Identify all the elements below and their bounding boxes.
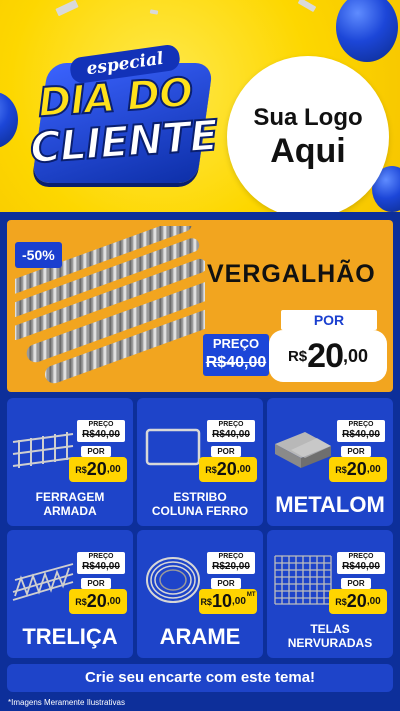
product-card[interactable]: PREÇO R$40,00 POR R$ 20 ,00 ESTRIBO COLU… <box>137 398 263 526</box>
product-card[interactable]: PREÇO R$40,00 POR R$ 20 ,00 FERRAGEM ARM… <box>7 398 133 526</box>
por-label: POR <box>341 446 371 457</box>
new-price: R$ 10 ,00 MT <box>199 589 257 614</box>
hero-price-cents: ,00 <box>342 345 369 366</box>
price-int: 20 <box>86 591 107 611</box>
old-price: R$40,00 <box>212 429 250 440</box>
flyer-page: especial DIA DO CLIENTE Sua Logo Aqui -5… <box>0 0 400 711</box>
old-price-box: PREÇO R$40,00 <box>77 420 125 442</box>
price-cents: ,00 <box>366 596 381 607</box>
hero-por-label: POR <box>281 310 377 330</box>
price-cents: ,00 <box>106 464 121 475</box>
old-price-box: PREÇO R$40,00 <box>337 420 385 442</box>
balloon-top-right <box>336 0 398 62</box>
hero-price-int: 20 <box>307 336 344 375</box>
preco-label: PREÇO <box>348 421 374 428</box>
price-int: 20 <box>86 459 107 479</box>
new-price: R$ 20 ,00 <box>199 457 257 482</box>
hero-product-title: VERGALHÃO <box>207 260 376 288</box>
product-name: ARAME <box>159 624 241 649</box>
old-price: R$40,00 <box>342 561 380 572</box>
old-price-box: PREÇO R$40,00 <box>337 552 385 574</box>
confetti <box>55 0 79 17</box>
product-card[interactable]: PREÇO R$40,00 POR R$ 20 ,00 METALOM <box>267 398 393 526</box>
preco-label: PREÇO <box>218 553 244 560</box>
price-currency: R$ <box>75 596 87 607</box>
logo-line2: Aqui <box>270 132 346 170</box>
price-int: 20 <box>346 459 367 479</box>
price-currency: R$ <box>205 464 217 475</box>
price-int: 20 <box>346 591 367 611</box>
hero-old-price-box: PREÇO R$40,00 <box>203 334 269 376</box>
cta-banner[interactable]: Crie seu encarte com este tema! <box>7 664 393 692</box>
arame-image <box>146 557 200 603</box>
header-banner: especial DIA DO CLIENTE Sua Logo Aqui <box>0 0 400 212</box>
por-label: POR <box>81 578 111 589</box>
por-label: POR <box>211 446 241 457</box>
por-label: POR <box>211 578 241 589</box>
price-currency: R$ <box>335 596 347 607</box>
balloon-left <box>0 92 18 148</box>
new-price: R$ 20 ,00 <box>329 589 387 614</box>
dia-do-cliente-badge: especial DIA DO CLIENTE <box>28 43 220 195</box>
price-unit: MT <box>246 592 256 598</box>
price-currency: R$ <box>75 464 87 475</box>
metalom-image <box>275 432 331 468</box>
preco-label: PREÇO <box>218 421 244 428</box>
logo-placeholder[interactable]: Sua Logo Aqui <box>227 56 389 212</box>
price-cents: ,00 <box>366 464 381 475</box>
new-price: R$ 20 ,00 <box>69 457 127 482</box>
trelica-image <box>12 563 74 601</box>
new-price: R$ 20 ,00 <box>69 589 127 614</box>
ferragem-armada-image <box>12 432 74 468</box>
new-price: R$ 20 ,00 <box>329 457 387 482</box>
product-name: ESTRIBO COLUNA FERRO <box>151 490 249 518</box>
price-int: 10 <box>211 591 232 611</box>
old-price: R$40,00 <box>82 429 120 440</box>
preco-label: PREÇO <box>88 553 114 560</box>
confetti <box>297 0 317 13</box>
product-name: FERRAGEM ARMADA <box>35 490 105 518</box>
price-currency: R$ <box>335 464 347 475</box>
price-currency: R$ <box>200 596 212 607</box>
old-price-box: PREÇO R$20,00 <box>207 552 255 574</box>
telas-image <box>274 555 332 605</box>
hero-old-price: R$40,00 <box>205 354 267 371</box>
product-card[interactable]: PREÇO R$40,00 POR R$ 20 ,00 TRELIÇA <box>7 530 133 658</box>
price-cents: ,00 <box>236 464 251 475</box>
old-price: R$20,00 <box>212 561 250 572</box>
product-name: TELAS NERVURADAS <box>287 622 373 650</box>
discount-badge: -50% <box>15 242 62 268</box>
disclaimer-text: *Imagens Meramente Ilustrativas <box>8 698 125 707</box>
product-name: TRELIÇA <box>22 624 118 649</box>
estribo-image <box>145 428 201 466</box>
preco-label: PREÇO <box>348 553 374 560</box>
hero-preco-label: PREÇO <box>212 336 260 351</box>
price-cents: ,00 <box>231 596 246 607</box>
old-price: R$40,00 <box>82 561 120 572</box>
price-int: 20 <box>216 459 237 479</box>
price-cents: ,00 <box>106 596 121 607</box>
product-card[interactable]: PREÇO R$40,00 POR R$ 20 ,00 TELAS NERVUR… <box>267 530 393 658</box>
hero-new-price: R$ 20 ,00 <box>269 330 387 382</box>
hero-product-card[interactable]: -50% VERGALHÃO PREÇO R$40,00 POR R$ 20 ,… <box>7 220 393 392</box>
preco-label: PREÇO <box>88 421 114 428</box>
confetti <box>149 9 159 15</box>
por-label: POR <box>81 446 111 457</box>
logo-line1: Sua Logo <box>253 104 363 131</box>
old-price: R$40,00 <box>342 429 380 440</box>
old-price-box: PREÇO R$40,00 <box>77 552 125 574</box>
hero-price-currency: R$ <box>287 347 308 365</box>
por-label: POR <box>341 578 371 589</box>
old-price-box: PREÇO R$40,00 <box>207 420 255 442</box>
product-name: METALOM <box>275 492 385 517</box>
product-card[interactable]: PREÇO R$20,00 POR R$ 10 ,00 MT ARAME <box>137 530 263 658</box>
